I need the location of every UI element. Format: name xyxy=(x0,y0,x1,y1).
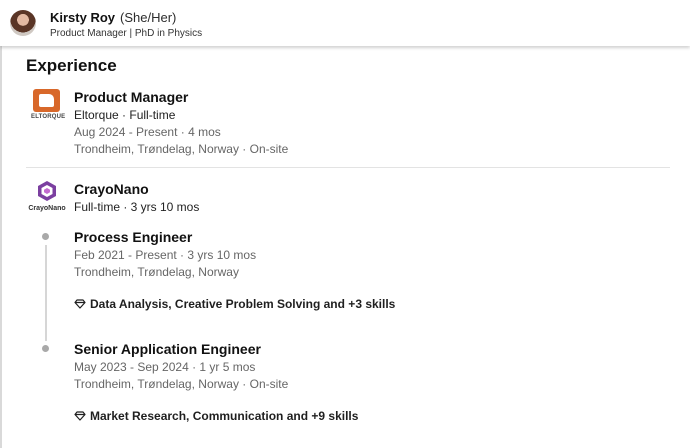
profile-headline: Product Manager | PhD in Physics xyxy=(50,28,203,39)
company-name[interactable]: CrayoNano xyxy=(74,181,149,197)
skills-diamond-icon xyxy=(74,411,86,421)
timeline-dot xyxy=(42,345,49,352)
profile-name[interactable]: Kirsty Roy xyxy=(50,10,115,25)
profile-avatar[interactable] xyxy=(10,10,36,36)
timeline-line xyxy=(45,245,47,341)
experience-divider xyxy=(26,167,670,168)
role-skills[interactable]: Market Research, Communication and +9 sk… xyxy=(74,409,358,423)
experience-company: Eltorque · Full-time xyxy=(74,108,176,122)
profile-pronouns: (She/Her) xyxy=(120,10,177,25)
crayonano-logo-text: CrayoNano xyxy=(28,205,66,212)
role-location: Trondheim, Trøndelag, Norway · On-site xyxy=(74,377,289,391)
eltorque-logo-mark xyxy=(33,89,60,112)
company-employment: Full-time · 3 yrs 10 mos xyxy=(74,200,200,214)
experience-dates: Aug 2024 - Present · 4 mos xyxy=(74,125,221,139)
card-left-border xyxy=(0,46,2,448)
section-title: Experience xyxy=(26,56,117,75)
crayonano-hexagon-icon xyxy=(38,181,56,201)
timeline-dot xyxy=(42,233,49,240)
eltorque-logo-text: ELTORQUE xyxy=(31,114,66,120)
skills-diamond-icon xyxy=(74,299,86,309)
role-title[interactable]: Process Engineer xyxy=(74,229,192,245)
profile-name-line: Kirsty Roy (She/Her) xyxy=(50,10,176,25)
crayonano-logo[interactable]: CrayoNano xyxy=(25,180,69,216)
role-location: Trondheim, Trøndelag, Norway xyxy=(74,265,239,279)
role-skills-text: Data Analysis, Creative Problem Solving … xyxy=(90,297,396,311)
role-skills[interactable]: Data Analysis, Creative Problem Solving … xyxy=(74,297,395,311)
experience-title[interactable]: Product Manager xyxy=(74,89,188,105)
role-dates: May 2023 - Sep 2024 · 1 yr 5 mos xyxy=(74,360,256,374)
role-title[interactable]: Senior Application Engineer xyxy=(74,341,261,357)
role-skills-text: Market Research, Communication and +9 sk… xyxy=(90,409,359,423)
eltorque-logo[interactable]: ELTORQUE xyxy=(31,89,66,123)
role-dates: Feb 2021 - Present · 3 yrs 10 mos xyxy=(74,248,257,262)
profile-sticky-header: Kirsty Roy (She/Her) Product Manager | Ph… xyxy=(0,0,690,46)
experience-location: Trondheim, Trøndelag, Norway · On-site xyxy=(74,142,289,156)
